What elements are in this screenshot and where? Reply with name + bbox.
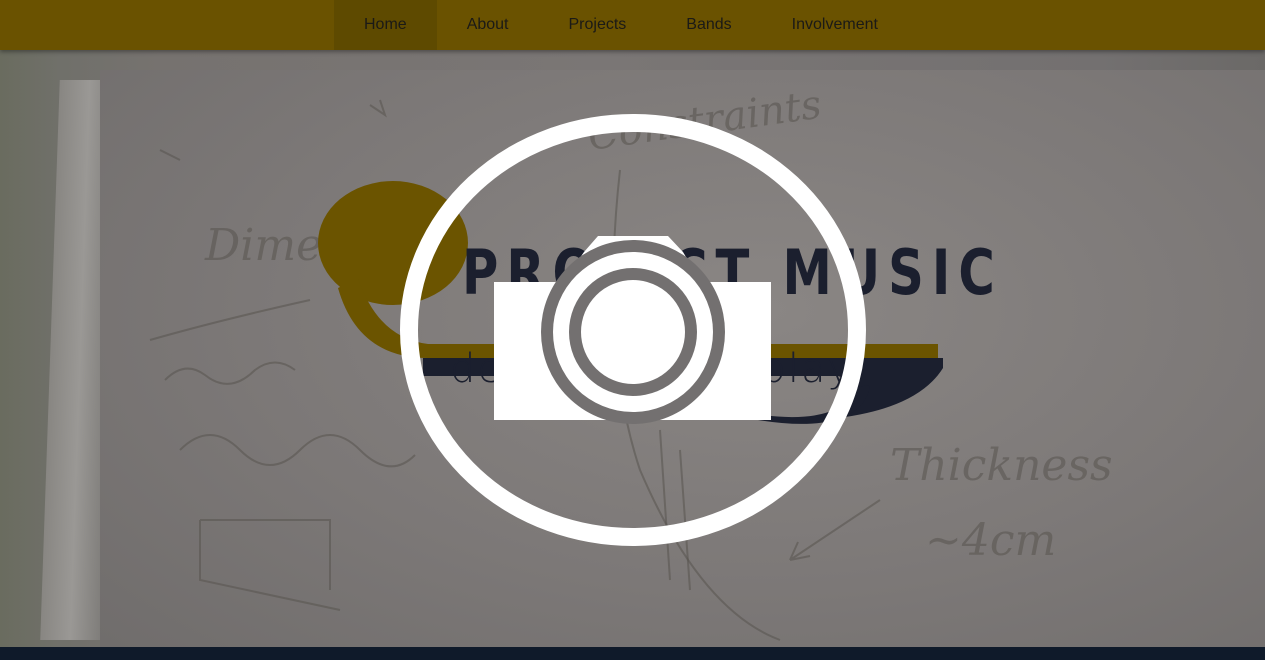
sketch-line: [149, 299, 311, 341]
hero-banner: Dimen Constraints Thickness ~4cm PROJECT…: [0, 50, 1265, 647]
footer-strip: [0, 647, 1265, 660]
note-thickness-value: ~4cm: [925, 515, 1056, 566]
sketch-line: [199, 519, 341, 611]
camera-icon[interactable]: [398, 112, 868, 548]
sketch-mark: [159, 99, 387, 161]
top-navbar: Home About Projects Bands Involvement: [0, 0, 1265, 50]
nav-item-home[interactable]: Home: [334, 0, 437, 50]
nav-item-involvement[interactable]: Involvement: [762, 0, 908, 50]
nav-menu: Home About Projects Bands Involvement: [334, 0, 908, 50]
sketch-line: [164, 361, 296, 385]
nav-item-bands[interactable]: Bands: [656, 0, 761, 50]
nav-item-about[interactable]: About: [437, 0, 539, 50]
nav-item-projects[interactable]: Projects: [539, 0, 657, 50]
